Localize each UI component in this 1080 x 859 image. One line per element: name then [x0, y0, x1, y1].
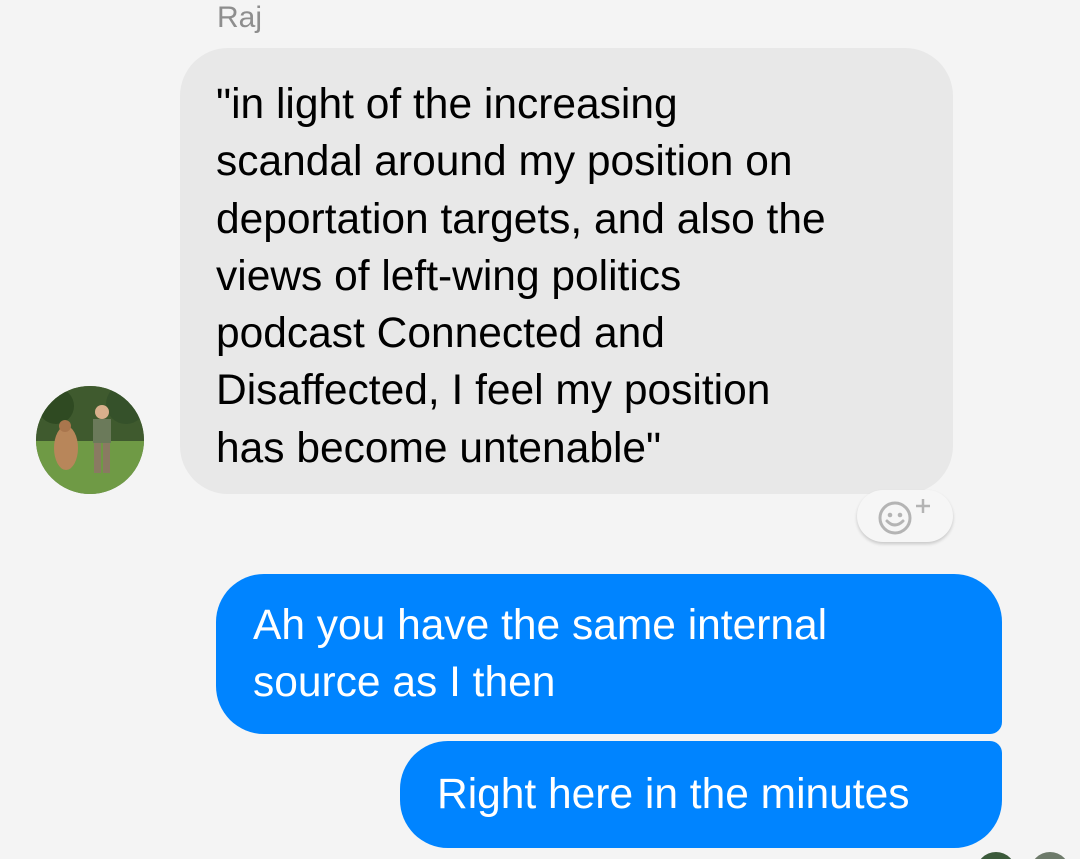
seen-avatar [976, 852, 1016, 859]
outgoing-message-bubble[interactable]: Ah you have the same internal source as … [216, 574, 1002, 734]
add-reaction-button[interactable] [857, 490, 953, 542]
incoming-message-bubble[interactable]: "in light of the increasing scandal arou… [180, 48, 953, 494]
outgoing-message-bubble[interactable]: Right here in the minutes [400, 741, 1002, 848]
avatar[interactable] [36, 386, 144, 494]
message-thread: Raj "in light of the increasing scandal … [0, 0, 1080, 859]
add-reaction-icon [878, 499, 930, 535]
seen-avatar [1030, 852, 1070, 859]
seen-indicator [968, 852, 1080, 859]
avatar-photo [36, 386, 144, 494]
sender-name: Raj [217, 1, 263, 34]
